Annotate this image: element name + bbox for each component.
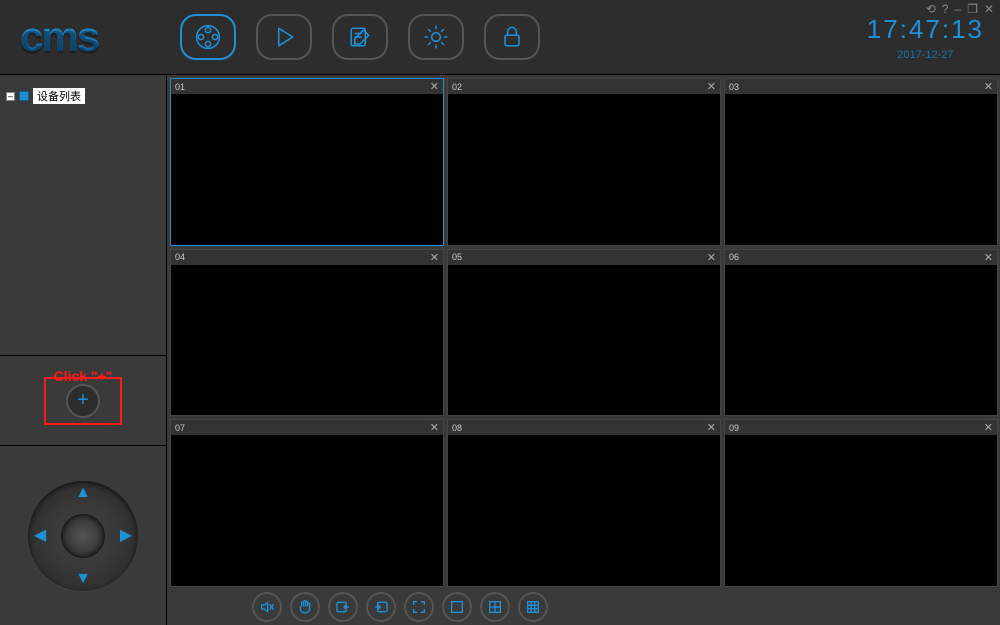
video-cell-number: 06 xyxy=(729,252,739,262)
plus-icon: + xyxy=(77,389,89,411)
video-cell-close-button[interactable]: ✕ xyxy=(430,251,439,264)
video-cell-number: 03 xyxy=(729,82,739,92)
add-device-zone: Click "+" + xyxy=(0,356,166,446)
video-cell-number: 01 xyxy=(175,82,185,92)
record-button[interactable] xyxy=(180,14,236,60)
sidebar: – 设备列表 Click "+" + ▲ ▼ ◀ ▶ xyxy=(0,76,167,625)
video-cell-06[interactable]: 06 ✕ xyxy=(724,249,998,417)
header: cms 17:47:13 2017-12-27 xyxy=(0,0,1000,75)
video-cell-number: 05 xyxy=(452,252,462,262)
restore-icon[interactable]: ❐ xyxy=(967,2,978,16)
video-cell-close-button[interactable]: ✕ xyxy=(707,251,716,264)
add-device-button[interactable]: + xyxy=(66,384,100,418)
snapshot-in-button[interactable] xyxy=(328,592,358,622)
lock-button[interactable] xyxy=(484,14,540,60)
mute-button[interactable] xyxy=(252,592,282,622)
video-cell-close-button[interactable]: ✕ xyxy=(984,80,993,93)
ptz-control: ▲ ▼ ◀ ▶ xyxy=(28,481,138,591)
video-cell-08[interactable]: 08 ✕ xyxy=(447,419,721,587)
video-cell-07[interactable]: 07 ✕ xyxy=(170,419,444,587)
video-cell-close-button[interactable]: ✕ xyxy=(430,421,439,434)
ptz-up-button[interactable]: ▲ xyxy=(73,483,93,503)
film-reel-icon xyxy=(194,23,222,51)
layout-9-icon xyxy=(525,599,541,615)
layout-4-button[interactable] xyxy=(480,592,510,622)
import-icon xyxy=(335,599,351,615)
clock: 17:47:13 2017-12-27 xyxy=(867,14,990,61)
video-cell-close-button[interactable]: ✕ xyxy=(707,421,716,434)
video-grid: 01 ✕ 02 ✕ 03 ✕ 04 ✕ 05 ✕ 06 ✕ 07 ✕ 08 ✕ 09 ✕ xyxy=(170,78,998,587)
video-cell-header: 07 ✕ xyxy=(171,420,443,435)
video-cell-02[interactable]: 02 ✕ xyxy=(447,78,721,246)
add-hint-label: Click "+" xyxy=(54,368,113,384)
video-cell-number: 07 xyxy=(175,423,185,433)
settings-button[interactable] xyxy=(408,14,464,60)
video-cell-header: 06 ✕ xyxy=(725,250,997,265)
hand-button[interactable] xyxy=(290,592,320,622)
device-tree: – 设备列表 xyxy=(0,76,166,356)
video-cell-header: 03 ✕ xyxy=(725,79,997,94)
video-cell-header: 08 ✕ xyxy=(448,420,720,435)
video-cell-close-button[interactable]: ✕ xyxy=(984,251,993,264)
layout-1-button[interactable] xyxy=(442,592,472,622)
app-logo: cms xyxy=(20,13,170,61)
hand-icon xyxy=(297,599,313,615)
layout-9-button[interactable] xyxy=(518,592,548,622)
mute-icon xyxy=(259,599,275,615)
export-icon xyxy=(373,599,389,615)
video-cell-05[interactable]: 05 ✕ xyxy=(447,249,721,417)
video-cell-09[interactable]: 09 ✕ xyxy=(724,419,998,587)
video-area: 01 ✕ 02 ✕ 03 ✕ 04 ✕ 05 ✕ 06 ✕ 07 ✕ 08 ✕ 09 ✕ xyxy=(168,76,1000,589)
video-cell-header: 09 ✕ xyxy=(725,420,997,435)
video-cell-number: 04 xyxy=(175,252,185,262)
lock-icon xyxy=(498,23,526,51)
video-cell-close-button[interactable]: ✕ xyxy=(430,80,439,93)
window-controls: ⟲ ? – ❐ ✕ xyxy=(926,2,994,16)
device-list-icon xyxy=(19,91,29,101)
fullscreen-icon xyxy=(411,599,427,615)
help-icon[interactable]: ? xyxy=(942,2,949,16)
video-cell-number: 08 xyxy=(452,423,462,433)
tree-root-label: 设备列表 xyxy=(33,88,85,104)
video-cell-header: 05 ✕ xyxy=(448,250,720,265)
video-cell-04[interactable]: 04 ✕ xyxy=(170,249,444,417)
bottom-toolbar xyxy=(168,589,1000,625)
video-cell-close-button[interactable]: ✕ xyxy=(984,421,993,434)
video-cell-01[interactable]: 01 ✕ xyxy=(170,78,444,246)
playback-button[interactable] xyxy=(256,14,312,60)
refresh-icon[interactable]: ⟲ xyxy=(926,2,936,16)
gear-icon xyxy=(422,23,450,51)
snapshot-out-button[interactable] xyxy=(366,592,396,622)
close-icon[interactable]: ✕ xyxy=(984,2,994,16)
clock-date: 2017-12-27 xyxy=(867,49,984,61)
video-cell-number: 09 xyxy=(729,423,739,433)
fullscreen-button[interactable] xyxy=(404,592,434,622)
ptz-zone: ▲ ▼ ◀ ▶ xyxy=(0,446,166,625)
ptz-right-button[interactable]: ▶ xyxy=(116,526,136,546)
ptz-down-button[interactable]: ▼ xyxy=(73,569,93,589)
collapse-icon[interactable]: – xyxy=(6,92,15,101)
layout-1-icon xyxy=(449,599,465,615)
edit-note-icon xyxy=(346,23,374,51)
play-icon xyxy=(270,23,298,51)
video-cell-03[interactable]: 03 ✕ xyxy=(724,78,998,246)
ptz-left-button[interactable]: ◀ xyxy=(30,526,50,546)
ptz-center-button[interactable] xyxy=(61,514,105,558)
layout-4-icon xyxy=(487,599,503,615)
video-cell-number: 02 xyxy=(452,82,462,92)
log-button[interactable] xyxy=(332,14,388,60)
clock-time: 17:47:13 xyxy=(867,14,984,45)
video-cell-close-button[interactable]: ✕ xyxy=(707,80,716,93)
video-cell-header: 04 ✕ xyxy=(171,250,443,265)
video-cell-header: 02 ✕ xyxy=(448,79,720,94)
tree-root[interactable]: – 设备列表 xyxy=(6,88,160,104)
minimize-icon[interactable]: – xyxy=(954,2,961,16)
video-cell-header: 01 ✕ xyxy=(171,79,443,94)
